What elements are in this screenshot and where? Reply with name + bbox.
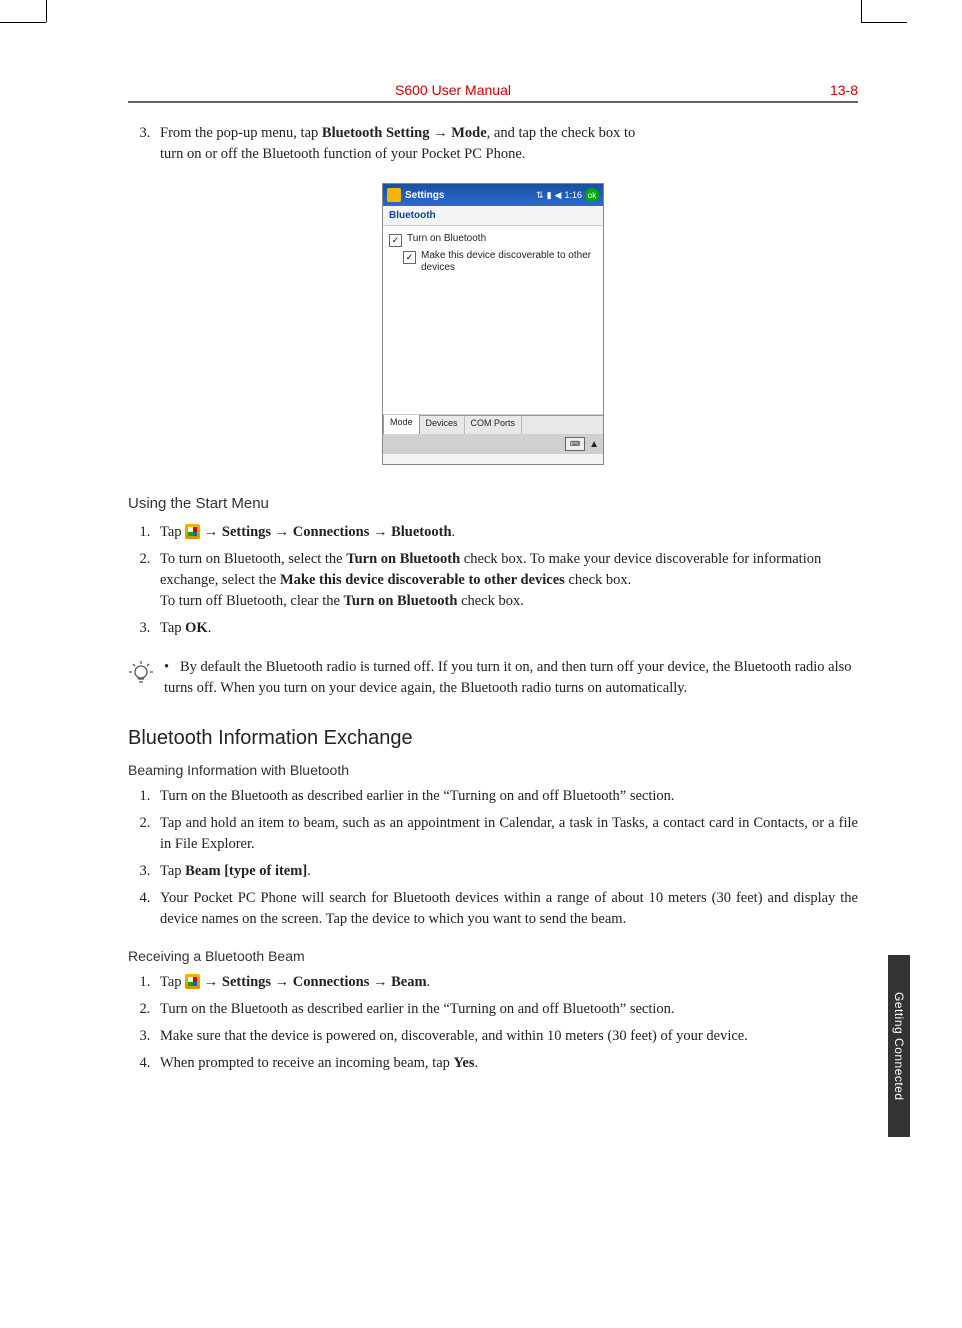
start-menu-icon bbox=[387, 188, 401, 202]
tab-devices[interactable]: Devices bbox=[420, 416, 465, 434]
using-start-menu-heading: Using the Start Menu bbox=[128, 495, 858, 512]
connectivity-icon: ⇅ bbox=[536, 190, 544, 201]
receiving-steps: Tap → Settings → Connections → Beam. Tur… bbox=[128, 972, 858, 1074]
tab-mode[interactable]: Mode bbox=[383, 415, 420, 434]
using-start-menu-steps: Tap → Settings → Connections → Bluetooth… bbox=[128, 522, 858, 639]
usm-step-1: Tap → Settings → Connections → Bluetooth… bbox=[154, 522, 858, 543]
start-icon bbox=[185, 974, 200, 989]
recv-step-2: Turn on the Bluetooth as described earli… bbox=[154, 999, 858, 1020]
beam4-text: Your Pocket PC Phone will search for Blu… bbox=[160, 890, 858, 927]
usm-step-3: Tap OK. bbox=[154, 618, 858, 639]
turn-on-bluetooth-label: Turn on Bluetooth bbox=[407, 233, 486, 245]
keyboard-icon[interactable]: ⌨ bbox=[565, 437, 585, 451]
usm2-mid2: check box. bbox=[565, 572, 631, 588]
usm2-prefix: To turn on Bluetooth, select the bbox=[160, 551, 346, 567]
discoverable-label: Make this device discoverable to other d… bbox=[421, 250, 597, 274]
recv4-bold: Yes bbox=[454, 1055, 475, 1071]
usm2-line2-suffix: check box. bbox=[457, 593, 523, 609]
recv1-suffix: . bbox=[427, 974, 431, 990]
tip-bullet: • bbox=[164, 659, 169, 675]
usm3-bold: OK bbox=[185, 620, 208, 636]
usm3-suffix: . bbox=[208, 620, 212, 636]
usm2-bold1: Turn on Bluetooth bbox=[346, 551, 460, 567]
recv1-bold: → Settings → Connections → Beam bbox=[200, 974, 426, 990]
ss-status-icons: ⇅ ▮ ◀ 1:16 ok bbox=[536, 188, 599, 202]
ss-bottom-bar: ⌨ ▲ bbox=[383, 434, 603, 454]
recv-step-4: When prompted to receive an incoming bea… bbox=[154, 1053, 858, 1074]
usm1-bold: → Settings → Connections → Bluetooth bbox=[200, 524, 451, 540]
beam-step-3: Tap Beam [type of item]. bbox=[154, 861, 858, 882]
checkbox-icon[interactable]: ✓ bbox=[403, 251, 416, 264]
usm2-bold2: Make this device discoverable to other d… bbox=[280, 572, 565, 588]
page-body: S600 User Manual 13-8 From the pop-up me… bbox=[48, 22, 910, 1306]
volume-icon: ◀ bbox=[555, 190, 562, 201]
side-tab-label: Getting Connected bbox=[892, 992, 906, 1101]
recv-step-1: Tap → Settings → Connections → Beam. bbox=[154, 972, 858, 993]
header-page-number: 13-8 bbox=[778, 82, 858, 98]
beaming-steps: Turn on the Bluetooth as described earli… bbox=[128, 786, 858, 930]
ok-button[interactable]: ok bbox=[585, 188, 599, 202]
tab-com-ports[interactable]: COM Ports bbox=[465, 416, 523, 434]
beaming-heading: Beaming Information with Bluetooth bbox=[128, 762, 858, 778]
beam3-bold: Beam [type of item] bbox=[185, 863, 307, 879]
page-header: S600 User Manual 13-8 bbox=[128, 82, 858, 103]
ss-subtitle: Bluetooth bbox=[383, 206, 603, 225]
up-arrow-icon[interactable]: ▲ bbox=[589, 439, 599, 450]
usm-step-2: To turn on Bluetooth, select the Turn on… bbox=[154, 549, 858, 612]
bt-exchange-heading: Bluetooth Information Exchange bbox=[128, 727, 858, 750]
ss-titlebar: Settings ⇅ ▮ ◀ 1:16 ok bbox=[383, 184, 603, 206]
recv4-prefix: When prompted to receive an incoming bea… bbox=[160, 1055, 454, 1071]
turn-on-bluetooth-row[interactable]: ✓ Turn on Bluetooth bbox=[389, 233, 597, 247]
usm1-prefix: Tap bbox=[160, 524, 185, 540]
receiving-heading: Receiving a Bluetooth Beam bbox=[128, 948, 858, 964]
usm2-line2-prefix: To turn off Bluetooth, clear the bbox=[160, 593, 344, 609]
intro-prefix: From the pop-up menu, tap bbox=[160, 125, 322, 141]
usm1-suffix: . bbox=[452, 524, 456, 540]
tip-block: • By default the Bluetooth radio is turn… bbox=[128, 657, 858, 699]
ss-body: ✓ Turn on Bluetooth ✓ Make this device d… bbox=[383, 225, 603, 415]
tip-text: By default the Bluetooth radio is turned… bbox=[164, 659, 852, 696]
bluetooth-settings-screenshot: Settings ⇅ ▮ ◀ 1:16 ok Bluetooth ✓ Turn … bbox=[382, 183, 604, 465]
intro-bold: Bluetooth Setting → Mode bbox=[322, 125, 487, 141]
beam-step-1: Turn on the Bluetooth as described earli… bbox=[154, 786, 858, 807]
usm2-line2-bold: Turn on Bluetooth bbox=[344, 593, 458, 609]
signal-icon: ▮ bbox=[547, 190, 552, 201]
ss-title: Settings bbox=[405, 190, 444, 201]
clock-text: 1:16 bbox=[564, 190, 582, 200]
beam-step-2: Tap and hold an item to beam, such as an… bbox=[154, 813, 858, 855]
section-side-tab: Getting Connected bbox=[888, 955, 910, 1137]
ss-tab-strip: Mode Devices COM Ports bbox=[383, 415, 603, 434]
beam2-text: Tap and hold an item to beam, such as an… bbox=[160, 815, 858, 852]
lightbulb-icon bbox=[128, 659, 154, 689]
recv4-suffix: . bbox=[474, 1055, 478, 1071]
beam1-text: Turn on the Bluetooth as described earli… bbox=[160, 788, 675, 804]
header-title: S600 User Manual bbox=[128, 82, 778, 98]
tip-content: • By default the Bluetooth radio is turn… bbox=[164, 657, 858, 699]
beam3-suffix: . bbox=[307, 863, 311, 879]
start-icon bbox=[185, 524, 200, 539]
checkbox-icon[interactable]: ✓ bbox=[389, 234, 402, 247]
discoverable-row[interactable]: ✓ Make this device discoverable to other… bbox=[403, 250, 597, 274]
intro-step-list: From the pop-up menu, tap Bluetooth Sett… bbox=[128, 123, 858, 165]
beam3-prefix: Tap bbox=[160, 863, 185, 879]
recv1-prefix: Tap bbox=[160, 974, 185, 990]
recv3-text: Make sure that the device is powered on,… bbox=[160, 1028, 748, 1044]
usm3-prefix: Tap bbox=[160, 620, 185, 636]
intro-step-3: From the pop-up menu, tap Bluetooth Sett… bbox=[154, 123, 858, 165]
beam-step-4: Your Pocket PC Phone will search for Blu… bbox=[154, 888, 858, 930]
recv-step-3: Make sure that the device is powered on,… bbox=[154, 1026, 858, 1047]
recv2-text: Turn on the Bluetooth as described earli… bbox=[160, 1001, 675, 1017]
